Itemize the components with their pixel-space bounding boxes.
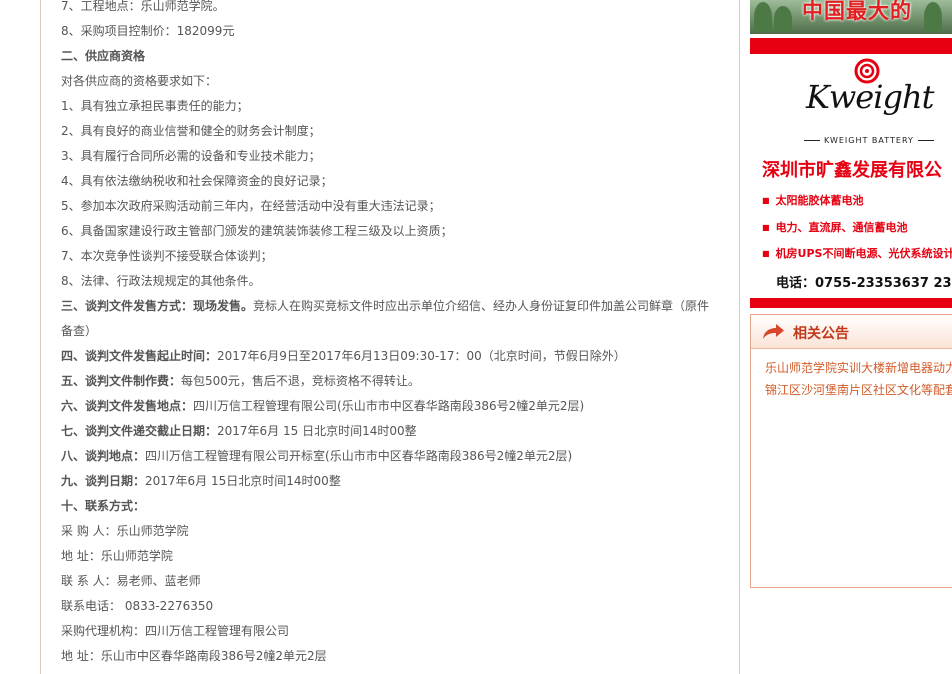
announcement-line: 采购代理机构：四川万信工程管理有限公司	[61, 619, 737, 644]
curved-arrow-icon	[763, 324, 784, 339]
announcement-line: 2、具有良好的商业信誉和健全的财务会计制度；	[61, 119, 737, 144]
line-heading: 二、供应商资格	[61, 49, 146, 63]
ad-item: 太阳能胶体蓄电池	[762, 192, 864, 208]
line-text: 1、具有独立承担民事责任的能力；	[61, 99, 249, 113]
related-title: 相关公告	[793, 326, 849, 342]
announcement-content: 7、工程地点：乐山师范学院。 8、采购项目控制价：182099元 二、供应商资格对各…	[61, 0, 737, 669]
ad-item: 电力、直流屏、通信蓄电池	[762, 219, 908, 235]
announcement-line: 十、联系方式：	[61, 494, 737, 519]
battery-ad[interactable]: Kweight KWEIGHT BATTERY 深圳市旷鑫发展有限公 太阳能胶体…	[750, 54, 952, 298]
line-text: 7、本次竞争性谈判不接受联合体谈判；	[61, 249, 273, 263]
announcement-line: 对各供应商的资格要求如下：	[61, 69, 737, 94]
line-heading: 六、谈判文件发售地点：	[61, 399, 194, 413]
line-text: 地 址：乐山市中区春华路南段386号2幢2单元2层	[61, 649, 327, 663]
announcement-line: 三、谈判文件发售方式：现场发售。竞标人在购买竞标文件时应出示单位介绍信、经办人身…	[61, 294, 721, 344]
line-heading: 九、谈判日期：	[61, 474, 146, 488]
sidebar: 中国最大的 Kweight KWEIGHT BATTERY 深圳市旷鑫发展有限公…	[750, 0, 952, 664]
line-text: 6、具备国家建设行政主管部门颁发的建筑装饰装修工程三级及以上资质；	[61, 224, 453, 238]
line-text: 每包500元，售后不退，竞标资格不得转让。	[181, 374, 420, 388]
line-text: 采 购 人：乐山师范学院	[61, 524, 189, 538]
ad-company: 深圳市旷鑫发展有限公	[762, 160, 942, 181]
announcement-line: 六、谈判文件发售地点：四川万信工程管理有限公司(乐山市市中区春华路南段386号2…	[61, 394, 737, 419]
line-heading: 十、联系方式：	[61, 499, 146, 513]
related-header: 相关公告	[751, 315, 952, 349]
announcement-line: 地 址：乐山师范学院	[61, 544, 737, 569]
announcement-line: 七、谈判文件递交截止日期：2017年6月 15 日北京时间14时00整	[61, 419, 737, 444]
line-heading: 七、谈判文件递交截止日期：	[61, 424, 218, 438]
line-text: 对各供应商的资格要求如下：	[61, 74, 218, 88]
announcement-line: 五、谈判文件制作费：每包500元，售后不退，竞标资格不得转让。	[61, 369, 737, 394]
ad-brand: Kweight	[806, 78, 934, 116]
top-banner-ad[interactable]: 中国最大的	[750, 0, 952, 34]
announcement-line: 二、供应商资格	[61, 44, 737, 69]
announcement-line: 8、采购项目控制价：182099元	[61, 19, 737, 44]
announcement-line: 3、具有履行合同所必需的设备和专业技术能力；	[61, 144, 737, 169]
announcement-line: 8、法律、行政法规规定的其他条件。	[61, 269, 737, 294]
announcement-line: 1、具有独立承担民事责任的能力；	[61, 94, 737, 119]
top-banner-text: 中国最大的	[802, 0, 912, 23]
line-text: 3、具有履行合同所必需的设备和专业技术能力；	[61, 149, 321, 163]
announcement-line: 6、具备国家建设行政主管部门颁发的建筑装饰装修工程三级及以上资质；	[61, 219, 737, 244]
related-announcements: 相关公告 乐山师范学院实训大楼新增电器动力 锦江区沙河堡南片区社区文化等配套	[750, 314, 952, 588]
announcement-line: 7、本次竞争性谈判不接受联合体谈判；	[61, 244, 737, 269]
line-text: 2017年6月 15 日北京时间14时00整	[217, 424, 417, 438]
line-heading: 四、谈判文件发售起止时间：	[61, 349, 218, 363]
ad-item: 机房UPS不间断电源、光伏系统设计	[762, 245, 952, 261]
announcement-line: 地 址：乐山市中区春华路南段386号2幢2单元2层	[61, 644, 737, 669]
red-banner-strip	[750, 38, 952, 54]
line-text: 2017年6月 15日北京时间14时00整	[145, 474, 341, 488]
line-text: 5、参加本次政府采购活动前三年内，在经营活动中没有重大违法记录；	[61, 199, 441, 213]
red-divider	[750, 298, 952, 308]
line-heading: 三、谈判文件发售方式：现场发售。	[61, 299, 254, 313]
announcement-line: 7、工程地点：乐山师范学院。	[61, 0, 737, 19]
announcement-line: 九、谈判日期：2017年6月 15日北京时间14时00整	[61, 469, 737, 494]
ad-phone: 电话：0755-23353637 233536	[776, 276, 952, 291]
line-text: 4、具有依法缴纳税收和社会保障资金的良好记录；	[61, 174, 333, 188]
line-text: 四川万信工程管理有限公司(乐山市市中区春华路南段386号2幢2单元2层)	[193, 399, 585, 413]
announcement-line: 联系电话： 0833-2276350	[61, 594, 737, 619]
line-heading: 五、谈判文件制作费：	[61, 374, 182, 388]
line-text: 联系电话： 0833-2276350	[61, 599, 214, 613]
announcement-panel: 7、工程地点：乐山师范学院。 8、采购项目控制价：182099元 二、供应商资格对各…	[40, 0, 740, 674]
line-text: 四川万信工程管理有限公司开标室(乐山市市中区春华路南段386号2幢2单元2层)	[145, 449, 573, 463]
announcement-line: 5、参加本次政府采购活动前三年内，在经营活动中没有重大违法记录；	[61, 194, 737, 219]
related-link[interactable]: 乐山师范学院实训大楼新增电器动力	[765, 357, 952, 379]
line-text: 2、具有良好的商业信誉和健全的财务会计制度；	[61, 124, 321, 138]
related-link[interactable]: 锦江区沙河堡南片区社区文化等配套	[765, 379, 952, 401]
announcement-line: 四、谈判文件发售起止时间：2017年6月9日至2017年6月13日09:30-1…	[61, 344, 737, 369]
announcement-line: 联 系 人：易老师、蓝老师	[61, 569, 737, 594]
line-text: 8、采购项目控制价：182099元	[61, 24, 235, 38]
announcement-line: 4、具有依法缴纳税收和社会保障资金的良好记录；	[61, 169, 737, 194]
line-text: 2017年6月9日至2017年6月13日09:30-17：00（北京时间，节假日…	[217, 349, 626, 363]
line-text: 联 系 人：易老师、蓝老师	[61, 574, 201, 588]
line-text: 8、法律、行政法规规定的其他条件。	[61, 274, 261, 288]
announcement-line: 八、谈判地点：四川万信工程管理有限公司开标室(乐山市市中区春华路南段386号2幢…	[61, 444, 737, 469]
announcement-line: 采 购 人：乐山师范学院	[61, 519, 737, 544]
line-text: 7、工程地点：乐山师范学院。	[61, 0, 225, 13]
line-text: 地 址：乐山师范学院	[61, 549, 173, 563]
line-heading: 八、谈判地点：	[61, 449, 146, 463]
ad-brand-sub: KWEIGHT BATTERY	[800, 136, 938, 145]
line-text: 采购代理机构：四川万信工程管理有限公司	[61, 624, 290, 638]
